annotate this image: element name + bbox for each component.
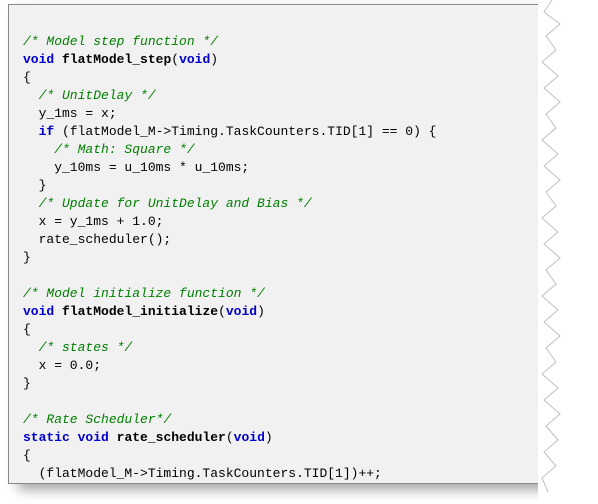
c-text: { bbox=[23, 322, 31, 337]
c-keyword: void bbox=[226, 304, 257, 319]
c-keyword: void bbox=[23, 304, 54, 319]
c-keyword: static void bbox=[23, 430, 109, 445]
c-func: flatModel_initialize bbox=[62, 304, 218, 319]
c-text bbox=[23, 268, 31, 283]
c-comment: /* Math: Square */ bbox=[23, 142, 195, 157]
c-func: rate_scheduler bbox=[117, 430, 226, 445]
c-text: } bbox=[23, 178, 46, 193]
c-text: x = 0.0; bbox=[23, 358, 101, 373]
c-comment: /* Update for UnitDelay and Bias */ bbox=[23, 196, 312, 211]
c-text: } bbox=[23, 376, 31, 391]
c-text: ) bbox=[265, 430, 273, 445]
c-text: { bbox=[23, 70, 31, 85]
c-text: y_1ms = x; bbox=[23, 106, 117, 121]
c-keyword: void bbox=[179, 52, 210, 67]
c-text bbox=[23, 394, 31, 409]
c-text bbox=[23, 124, 39, 139]
code-panel: /* Model step function */ void flatModel… bbox=[8, 4, 568, 484]
c-comment: /* Rate Scheduler*/ bbox=[23, 412, 171, 427]
c-keyword: void bbox=[23, 52, 54, 67]
c-keyword: void bbox=[234, 430, 265, 445]
c-text: ) bbox=[257, 304, 265, 319]
c-text: y_10ms = u_10ms * u_10ms; bbox=[23, 160, 249, 175]
c-comment: /* Model initialize function */ bbox=[23, 286, 265, 301]
c-keyword: if bbox=[39, 124, 55, 139]
c-text: (flatModel_M->Timing.TaskCounters.TID[1]… bbox=[23, 466, 382, 481]
c-text: x = y_1ms + 1.0; bbox=[23, 214, 163, 229]
c-text: ( bbox=[218, 304, 226, 319]
c-text: { bbox=[23, 448, 31, 463]
c-func: flatModel_step bbox=[62, 52, 171, 67]
c-text: ) bbox=[210, 52, 218, 67]
c-text: (flatModel_M->Timing.TaskCounters.TID[1]… bbox=[54, 124, 436, 139]
c-comment: /* Model step function */ bbox=[23, 34, 218, 49]
c-text: } bbox=[23, 250, 31, 265]
c-comment: /* UnitDelay */ bbox=[23, 88, 156, 103]
c-text: ( bbox=[171, 52, 179, 67]
c-text: rate_scheduler(); bbox=[23, 232, 171, 247]
c-comment: /* states */ bbox=[23, 340, 132, 355]
c-text: ( bbox=[226, 430, 234, 445]
